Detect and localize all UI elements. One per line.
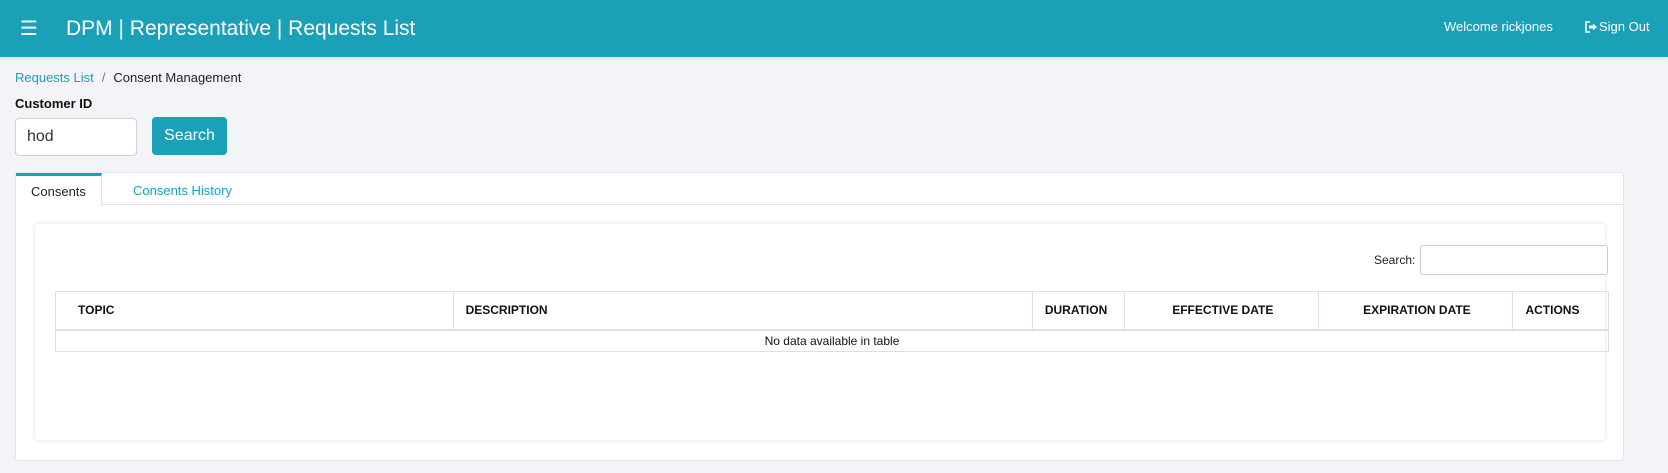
table-header-row: TOPIC DESCRIPTION DURATION EFFECTIVE DAT… xyxy=(55,291,1609,331)
column-header-topic[interactable]: TOPIC xyxy=(55,291,454,331)
customer-id-input[interactable] xyxy=(15,118,137,156)
column-header-expiration-date[interactable]: EXPIRATION DATE xyxy=(1318,291,1514,331)
sign-out-link[interactable]: Sign Out xyxy=(1584,18,1650,36)
customer-id-label: Customer ID xyxy=(15,96,93,111)
sign-out-label: Sign Out xyxy=(1599,19,1650,34)
table-search-input[interactable] xyxy=(1420,245,1608,275)
table-search-label: Search: xyxy=(1374,253,1416,267)
consents-panel: Consents Consents History Search: TOPIC … xyxy=(15,172,1624,461)
consents-table-card: Search: TOPIC DESCRIPTION DURATION EFFEC… xyxy=(35,224,1609,440)
search-button[interactable]: Search xyxy=(152,117,227,155)
column-header-effective-date[interactable]: EFFECTIVE DATE xyxy=(1124,291,1320,331)
welcome-text: Welcome rickjones xyxy=(1444,19,1553,34)
empty-table-message: No data available in table xyxy=(55,329,1609,352)
tab-consents-history[interactable]: Consents History xyxy=(118,173,247,205)
tabs-bar: Consents Consents History xyxy=(16,173,1623,206)
app-title: DPM | Representative | Requests List xyxy=(66,17,416,40)
breadcrumb-current: Consent Management xyxy=(113,70,242,85)
hamburger-icon[interactable]: ☰ xyxy=(18,18,40,40)
sign-out-icon xyxy=(1584,20,1598,34)
column-header-actions[interactable]: ACTIONS xyxy=(1512,291,1609,331)
consents-table: TOPIC DESCRIPTION DURATION EFFECTIVE DAT… xyxy=(55,291,1609,352)
top-nav-bar: ☰ DPM | Representative | Requests List W… xyxy=(0,0,1668,57)
column-header-description[interactable]: DESCRIPTION xyxy=(452,291,1033,331)
breadcrumb-separator: / xyxy=(101,70,106,85)
tab-consents[interactable]: Consents xyxy=(16,173,102,206)
table-row: No data available in table xyxy=(55,329,1609,352)
column-header-duration[interactable]: DURATION xyxy=(1031,291,1126,331)
breadcrumb: Requests List / Consent Management xyxy=(15,69,241,87)
breadcrumb-requests-list-link[interactable]: Requests List xyxy=(15,70,94,85)
